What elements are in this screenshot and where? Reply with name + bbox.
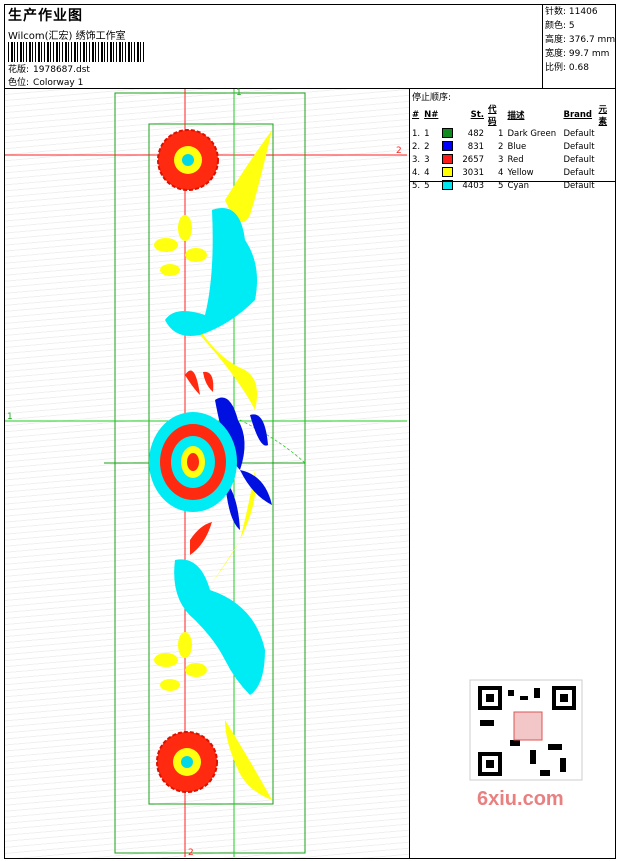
- axis-marker-bottom: 2: [188, 848, 194, 858]
- row-swatch: [440, 166, 460, 179]
- row-stitches: 831: [467, 141, 485, 152]
- center-flower: [149, 412, 237, 512]
- row-element: [597, 127, 616, 140]
- col-brand: Brand: [563, 110, 593, 120]
- col-description: 描述: [507, 111, 525, 121]
- color-swatch: [442, 154, 454, 165]
- row-code: 2: [498, 141, 504, 152]
- qr-code: [469, 679, 583, 781]
- row-needle: 3: [424, 154, 430, 165]
- yellow-leaf-upper-curve: [200, 330, 258, 410]
- yellow-leaf-top: [225, 130, 272, 223]
- row-needle: 4: [424, 167, 430, 178]
- col-stitches: St.: [470, 110, 485, 120]
- row-index: 2.: [412, 141, 421, 152]
- col-swatch: [440, 103, 460, 127]
- row-stitches: 3031: [462, 167, 485, 178]
- row-brand: Default: [563, 128, 595, 139]
- qr-center-stamp: [513, 711, 543, 741]
- row-needle: 2: [424, 141, 430, 152]
- row-brand: Default: [563, 154, 595, 165]
- row-brand: Default: [563, 167, 595, 178]
- yellow-leaf-bottom: [225, 720, 272, 800]
- color-swatch: [442, 167, 454, 178]
- row-element: [597, 166, 616, 179]
- stop-sequence-panel: 停止顺序: # N# St. 代码 描述 Brand 元素 1. 1 482 1 Dar…: [410, 89, 616, 191]
- axis-marker-left: 1: [7, 412, 13, 422]
- row-index: 1.: [412, 128, 421, 139]
- row-element: [597, 140, 616, 153]
- table-row: 4. 4 3031 4 Yellow Default: [410, 166, 616, 179]
- row-stitches: 482: [467, 128, 485, 139]
- row-description: Dark Green: [507, 128, 557, 139]
- row-description: Blue: [507, 141, 527, 152]
- row-code: 4: [498, 167, 504, 178]
- row-description: Red: [507, 154, 524, 165]
- yellow-sprig-lower: [154, 632, 207, 691]
- row-swatch: [440, 127, 460, 140]
- watermark-text: 6xiu.com: [477, 788, 564, 810]
- table-row: 3. 3 2657 3 Red Default: [410, 153, 616, 166]
- top-flower: [157, 129, 219, 191]
- col-index: #: [412, 110, 420, 120]
- red-bud-lower: [190, 522, 212, 555]
- row-swatch: [440, 153, 460, 166]
- row-element: [597, 153, 616, 166]
- row-code: 3: [498, 154, 504, 165]
- row-needle: 1: [424, 128, 430, 139]
- table-row: 1. 1 482 1 Dark Green Default: [410, 127, 616, 140]
- col-element: 元素: [598, 105, 608, 127]
- row-stitches: 2657: [462, 154, 485, 165]
- axis-marker-top: 1: [236, 88, 242, 98]
- stops-divider: [410, 181, 616, 182]
- color-swatch: [442, 141, 454, 152]
- red-bud-upper: [185, 370, 200, 395]
- stop-sequence-table: # N# St. 代码 描述 Brand 元素 1. 1 482 1 Dark Gree…: [410, 103, 616, 192]
- col-code: 代码: [488, 105, 497, 127]
- stop-sequence-caption: 停止顺序:: [412, 93, 452, 103]
- row-index: 3.: [412, 154, 421, 165]
- red-bud-upper-2: [203, 371, 214, 392]
- row-index: 4.: [412, 167, 421, 178]
- col-needle: N#: [424, 110, 439, 120]
- row-description: Yellow: [507, 167, 534, 178]
- color-swatch: [442, 128, 454, 139]
- row-brand: Default: [563, 141, 595, 152]
- axis-marker-right: 2: [396, 146, 402, 156]
- table-row: 2. 2 831 2 Blue Default: [410, 140, 616, 153]
- panel-divider: [409, 89, 410, 859]
- yellow-sprig-upper: [154, 215, 207, 276]
- table-header-row: # N# St. 代码 描述 Brand 元素: [410, 103, 616, 127]
- bottom-flower: [156, 731, 218, 793]
- row-code: 1: [498, 128, 504, 139]
- row-swatch: [440, 140, 460, 153]
